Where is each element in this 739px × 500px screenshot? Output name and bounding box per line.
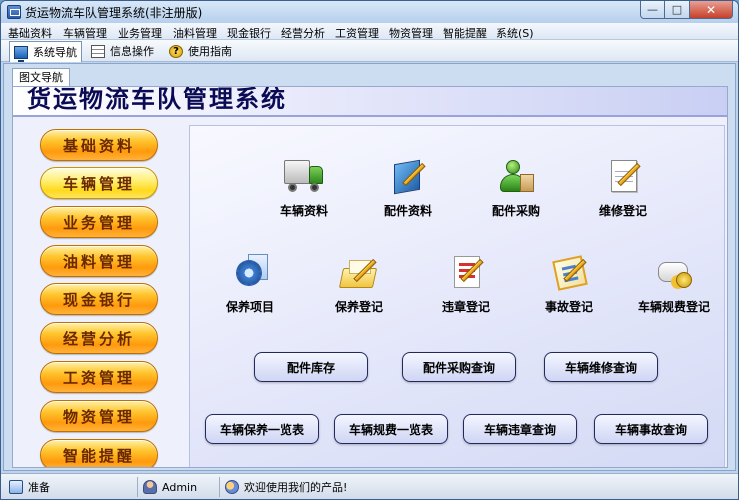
feature-parts-purchase[interactable]: 配件采购 [468, 158, 564, 222]
tab-info-ops[interactable]: 信息操作 [87, 41, 158, 61]
sidebar-item-reminder[interactable]: 智能提醒 [40, 439, 158, 467]
document-pen-icon [446, 254, 486, 292]
sidebar-item-salary[interactable]: 工资管理 [40, 361, 158, 393]
menu-item-reminder[interactable]: 智能提醒 [443, 25, 487, 41]
doc-tab-graphic-nav[interactable]: 图文导航 [12, 68, 70, 86]
feature-label: 事故登记 [544, 300, 593, 314]
status-divider [219, 477, 220, 497]
menu-item-vehicle[interactable]: 车辆管理 [63, 25, 107, 41]
menu-item-analysis[interactable]: 经营分析 [281, 25, 325, 41]
feature-maintenance-items[interactable]: 保养项目 [202, 254, 298, 318]
users-icon [225, 480, 239, 494]
sidebar-item-analysis[interactable]: 经营分析 [40, 322, 158, 354]
sidebar-item-vehicle[interactable]: 车辆管理 [40, 167, 158, 199]
maximize-button[interactable]: □ [665, 1, 690, 19]
feature-violation-register[interactable]: 违章登记 [418, 254, 514, 318]
tab-system-nav-label: 系统导航 [33, 46, 77, 59]
vehicle-repair-query-button[interactable]: 车辆维修查询 [544, 352, 658, 382]
scroll-coins-icon [654, 254, 694, 292]
feature-parts-data[interactable]: 配件资料 [360, 158, 456, 222]
title-bar[interactable]: 货运物流车队管理系统(非注册版) — □ ✕ [1, 1, 738, 23]
menu-item-basic-data[interactable]: 基础资料 [8, 25, 52, 41]
feature-accident-register[interactable]: 事故登记 [521, 254, 617, 318]
navigation-page: 货运物流车队管理系统 基础资料 车辆管理 业务管理 油料管理 现金银行 经营分析… [12, 86, 728, 468]
menu-item-business[interactable]: 业务管理 [118, 25, 162, 41]
status-bar: 准备 Admin 欢迎使用我们的产品! [1, 473, 738, 499]
fee-list-button[interactable]: 车辆规费一览表 [334, 414, 448, 444]
feature-label: 保养登记 [334, 300, 383, 314]
sidebar-item-basic-data[interactable]: 基础资料 [40, 129, 158, 161]
book-pen-icon [388, 158, 428, 196]
status-user-name: Admin [162, 480, 198, 494]
status-message: 欢迎使用我们的产品! [225, 478, 347, 496]
help-icon: ? [169, 44, 183, 58]
tab-info-ops-label: 信息操作 [110, 45, 154, 58]
status-ready: 准备 [9, 478, 50, 496]
toolbar: 系统导航 信息操作 ? 使用指南 [1, 40, 738, 62]
user-icon [143, 480, 157, 494]
menu-item-system[interactable]: 系统(S) [496, 25, 534, 41]
banner-title: 货运物流车队管理系统 [27, 87, 287, 113]
sidebar-item-business[interactable]: 业务管理 [40, 206, 158, 238]
main-window: 货运物流车队管理系统(非注册版) — □ ✕ 基础资料 车辆管理 业务管理 油料… [0, 0, 739, 500]
feature-label: 配件采购 [491, 204, 540, 218]
person-bag-icon [496, 158, 536, 196]
status-user: Admin [143, 478, 197, 496]
feature-label: 违章登记 [441, 300, 490, 314]
clipboard-pen-icon [549, 254, 589, 292]
parts-inventory-button[interactable]: 配件库存 [254, 352, 368, 382]
menu-bar: 基础资料 车辆管理 业务管理 油料管理 现金银行 经营分析 工资管理 物资管理 … [1, 23, 738, 40]
gear-doc-icon [230, 254, 270, 292]
status-message-text: 欢迎使用我们的产品! [244, 481, 348, 494]
parts-purchase-query-button[interactable]: 配件采购查询 [402, 352, 516, 382]
tab-user-guide[interactable]: ? 使用指南 [165, 41, 236, 61]
menu-item-cash-bank[interactable]: 现金银行 [227, 25, 271, 41]
status-text: 准备 [28, 481, 50, 494]
truck-icon [284, 158, 324, 196]
feature-fee-register[interactable]: 车辆规费登记 [626, 254, 722, 318]
grid-icon [91, 44, 105, 58]
maintenance-list-button[interactable]: 车辆保养一览表 [205, 414, 319, 444]
menu-item-materials[interactable]: 物资管理 [389, 25, 433, 41]
tab-system-nav[interactable]: 系统导航 [9, 41, 82, 62]
feature-label: 车辆规费登记 [637, 300, 710, 314]
window-title: 货运物流车队管理系统(非注册版) [25, 6, 203, 20]
feature-repair-register[interactable]: 维修登记 [575, 158, 671, 222]
violation-query-button[interactable]: 车辆违章查询 [463, 414, 577, 444]
sidebar-item-fuel[interactable]: 油料管理 [40, 245, 158, 277]
ready-icon [9, 480, 23, 494]
feature-label: 维修登记 [598, 204, 647, 218]
feature-label: 配件资料 [383, 204, 432, 218]
notepad-pen-icon [603, 158, 643, 196]
accident-query-button[interactable]: 车辆事故查询 [594, 414, 708, 444]
feature-maintenance-register[interactable]: 保养登记 [311, 254, 407, 318]
feature-label: 车辆资料 [279, 204, 328, 218]
status-divider [137, 477, 138, 497]
sidebar-item-cash-bank[interactable]: 现金银行 [40, 283, 158, 315]
menu-item-fuel[interactable]: 油料管理 [173, 25, 217, 41]
feature-label: 保养项目 [225, 300, 274, 314]
tab-user-guide-label: 使用指南 [188, 45, 232, 58]
window-controls: — □ ✕ [640, 1, 733, 19]
feature-vehicle-data[interactable]: 车辆资料 [256, 158, 352, 222]
banner: 货运物流车队管理系统 [13, 87, 727, 117]
close-button[interactable]: ✕ [690, 1, 733, 19]
menu-item-salary[interactable]: 工资管理 [335, 25, 379, 41]
sidebar-item-materials[interactable]: 物资管理 [40, 400, 158, 432]
document-area: 图文导航 货运物流车队管理系统 基础资料 车辆管理 业务管理 油料管理 现金银行… [3, 63, 736, 471]
folder-pen-icon [338, 254, 379, 292]
monitor-icon [14, 45, 28, 62]
sidebar: 基础资料 车辆管理 业务管理 油料管理 现金银行 经营分析 工资管理 物资管理 … [13, 119, 183, 467]
app-icon [7, 5, 21, 19]
minimize-button[interactable]: — [640, 1, 665, 19]
feature-panel: 车辆资料 配件资料 配件采购 维修登记 保养项目 保养登记 违章登记 事故登记 … [189, 125, 725, 467]
